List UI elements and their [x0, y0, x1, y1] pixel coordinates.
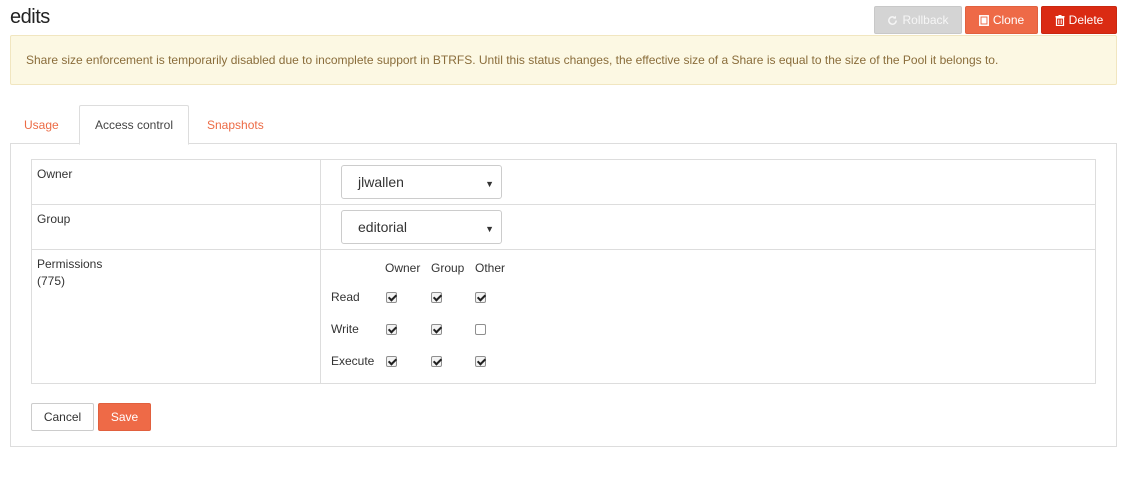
owner-label: Owner: [32, 160, 321, 204]
perm-col-owner: Owner: [385, 261, 421, 275]
save-button[interactable]: Save: [98, 403, 151, 431]
permissions-octal: (775): [37, 274, 66, 288]
group-select[interactable]: editorial ▼: [341, 210, 502, 244]
access-control-panel: Owner jlwallen ▼ Group editorial ▼ Permi…: [10, 143, 1117, 447]
warning-alert: Share size enforcement is temporarily di…: [10, 35, 1117, 85]
cancel-button[interactable]: Cancel: [31, 403, 94, 431]
read-group-checkbox[interactable]: [431, 292, 442, 303]
owner-select-value: jlwallen: [358, 174, 404, 190]
caret-down-icon: ▼: [485, 179, 494, 189]
execute-other-checkbox[interactable]: [475, 356, 486, 367]
perm-row-read: Read: [331, 290, 360, 304]
clone-label: Clone: [992, 13, 1025, 27]
perm-row-execute: Execute: [331, 354, 375, 368]
owner-row: Owner jlwallen ▼: [32, 160, 1095, 205]
read-owner-checkbox[interactable]: [386, 292, 397, 303]
rollback-button[interactable]: Rollback: [874, 6, 962, 34]
delete-label: Delete: [1068, 13, 1104, 27]
owner-select[interactable]: jlwallen ▼: [341, 165, 502, 199]
tab-usage[interactable]: Usage: [10, 105, 73, 144]
clone-button[interactable]: Clone: [965, 6, 1038, 34]
tab-bar: Usage Access control Snapshots: [10, 105, 1117, 145]
clone-icon: [978, 14, 989, 26]
tab-access-control[interactable]: Access control: [79, 105, 189, 145]
alert-text: Share size enforcement is temporarily di…: [26, 53, 999, 67]
permissions-row: Permissions (775) Owner Group Other Read…: [32, 250, 1095, 383]
tab-snapshots[interactable]: Snapshots: [193, 105, 278, 144]
group-select-value: editorial: [358, 219, 408, 235]
read-other-checkbox[interactable]: [475, 292, 486, 303]
caret-down-icon: ▼: [485, 224, 494, 234]
toolbar: Rollback Clone Delete: [874, 6, 1117, 34]
perm-row-write: Write: [331, 322, 359, 336]
write-other-checkbox[interactable]: [475, 324, 486, 335]
write-group-checkbox[interactable]: [431, 324, 442, 335]
perm-col-group: Group: [431, 261, 465, 275]
execute-owner-checkbox[interactable]: [386, 356, 397, 367]
rollback-label: Rollback: [902, 13, 949, 27]
permissions-label: Permissions: [37, 257, 103, 271]
trash-icon: [1055, 14, 1065, 26]
group-row: Group editorial ▼: [32, 205, 1095, 250]
access-table: Owner jlwallen ▼ Group editorial ▼ Permi…: [31, 159, 1096, 384]
delete-button[interactable]: Delete: [1041, 6, 1117, 34]
refresh-icon: [887, 15, 898, 26]
page-title: edits: [10, 6, 50, 28]
write-owner-checkbox[interactable]: [386, 324, 397, 335]
execute-group-checkbox[interactable]: [431, 356, 442, 367]
group-label: Group: [32, 205, 321, 249]
permissions-label-cell: Permissions (775): [32, 250, 321, 383]
perm-col-other: Other: [475, 261, 506, 275]
